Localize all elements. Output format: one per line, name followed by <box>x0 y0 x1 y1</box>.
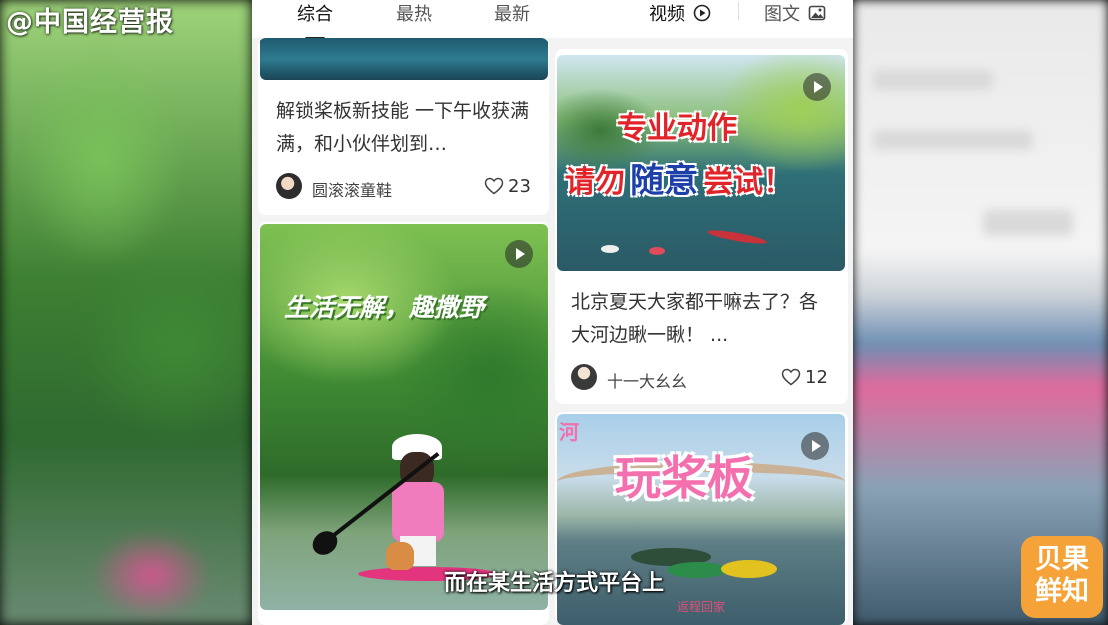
cover-caption-line1: 专业动作 <box>617 111 737 146</box>
tab-bar: 综合 最热 最新 视频 图文 <box>252 0 853 40</box>
feed-screen: 综合 最热 最新 视频 图文 解锁桨板新技能 一下午收获满满，和小伙伴划到… 圆… <box>252 0 853 625</box>
paddleboard <box>649 247 665 255</box>
play-badge-icon <box>505 240 533 268</box>
cover-small-caption: 返程回家 <box>677 600 726 614</box>
avatar[interactable] <box>276 173 302 199</box>
like-count: 12 <box>805 367 828 388</box>
caption-part: 尝试！ <box>703 165 794 200</box>
post-author[interactable]: 圆滚滚童鞋 <box>312 177 392 201</box>
avatar[interactable] <box>571 364 597 390</box>
tab-label: 综合 <box>297 4 333 25</box>
post-card[interactable]: 解锁桨板新技能 一下午收获满满，和小伙伴划到… 圆滚滚童鞋 23 <box>258 38 549 215</box>
play-badge-icon <box>803 73 831 101</box>
caption-part-emphasis: 随意 <box>630 161 699 201</box>
tab-label: 最新 <box>494 4 530 25</box>
tab-label: 视频 <box>649 4 685 25</box>
like-button[interactable]: 12 <box>781 367 828 388</box>
tab-newest[interactable]: 最新 <box>494 0 530 26</box>
post-cover-image: 专业动作 请勿 随意 尝试！ <box>557 55 845 271</box>
caption-part: 请勿 <box>565 165 625 200</box>
post-card[interactable]: 专业动作 请勿 随意 尝试！ 北京夏天大家都干嘛去了？各大河边瞅一瞅！ ... … <box>555 49 848 404</box>
image-icon <box>808 4 826 27</box>
source-watermark: @中国经营报 <box>6 7 174 38</box>
play-circle-icon <box>693 4 711 27</box>
video-subtitle: 而在某生活方式平台上 <box>443 571 664 596</box>
heart-icon <box>484 177 504 195</box>
like-button[interactable]: 23 <box>484 176 531 197</box>
post-cover-image <box>260 38 548 80</box>
tab-comprehensive[interactable]: 综合 <box>297 0 333 40</box>
post-author[interactable]: 十一大幺幺 <box>607 368 687 392</box>
tab-image-text[interactable]: 图文 <box>764 0 826 27</box>
logo-line: 鲜知 <box>1035 576 1089 607</box>
tab-hottest[interactable]: 最热 <box>396 0 432 26</box>
tab-video[interactable]: 视频 <box>649 0 711 27</box>
tab-label: 最热 <box>396 4 432 25</box>
play-badge-icon <box>801 432 829 460</box>
paddleboard <box>601 245 619 253</box>
logo-line: 贝果 <box>1035 544 1089 575</box>
heart-icon <box>781 368 801 386</box>
post-title: 北京夏天大家都干嘛去了？各大河边瞅一瞅！ ... <box>571 291 819 346</box>
cover-caption: 生活无解，趣撒野 <box>284 293 485 322</box>
blurred-left-background <box>0 0 252 625</box>
person-shirt <box>392 482 444 542</box>
tab-divider <box>738 2 739 20</box>
tab-label: 图文 <box>764 4 800 25</box>
paddleboard <box>706 227 768 247</box>
cover-caption: 玩桨板 <box>615 451 753 505</box>
brand-logo: 贝果 鲜知 <box>1021 536 1103 618</box>
post-cover-image: 生活无解，趣撒野 <box>260 224 548 610</box>
like-count: 23 <box>508 176 531 197</box>
post-title: 解锁桨板新技能 一下午收获满满，和小伙伴划到… <box>276 100 530 155</box>
cover-caption-line2: 请勿 随意 尝试！ <box>565 153 793 202</box>
cover-caption-corner: 河 <box>559 420 579 444</box>
blurred-right-background <box>853 0 1108 625</box>
